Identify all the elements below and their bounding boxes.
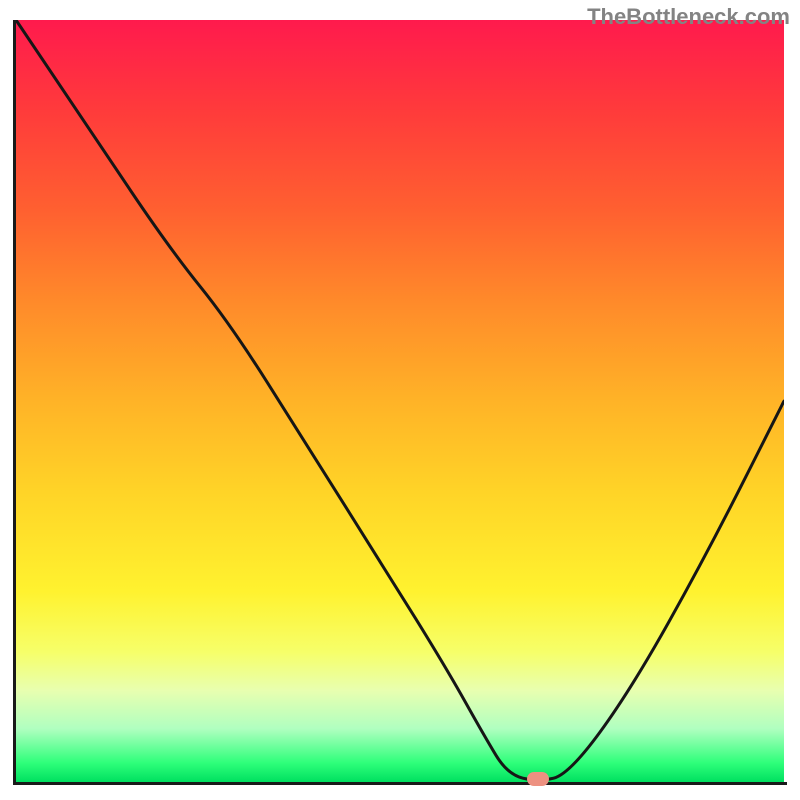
bottleneck-curve-path <box>16 20 784 780</box>
attribution-watermark: TheBottleneck.com <box>587 4 790 30</box>
curve-svg <box>16 20 784 782</box>
x-axis <box>13 782 787 785</box>
optimal-point-marker <box>527 772 549 786</box>
bottleneck-chart: TheBottleneck.com <box>0 0 800 800</box>
